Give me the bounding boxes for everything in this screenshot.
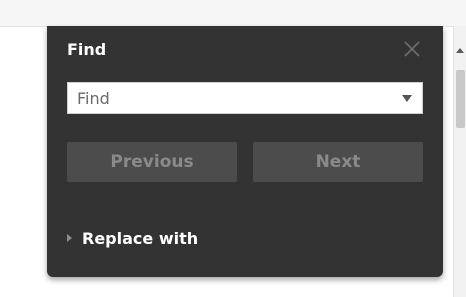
- replace-with-label: Replace with: [82, 228, 199, 248]
- find-combobox[interactable]: [67, 82, 423, 114]
- scroll-up-arrow-icon[interactable]: [456, 48, 464, 53]
- document-area: Find Previous Next Replace with: [0, 0, 466, 297]
- close-button[interactable]: [401, 38, 423, 60]
- next-button[interactable]: Next: [253, 142, 423, 182]
- find-input[interactable]: [68, 83, 388, 113]
- toolbar-strip: [0, 0, 466, 27]
- find-panel: Find Previous Next Replace with: [47, 26, 443, 277]
- panel-title: Find: [67, 40, 107, 59]
- chevron-right-icon: [67, 234, 72, 242]
- close-icon: [404, 41, 420, 57]
- scrollbar-thumb[interactable]: [456, 70, 465, 128]
- replace-with-toggle[interactable]: Replace with: [67, 226, 198, 250]
- vertical-scrollbar[interactable]: [453, 26, 466, 297]
- chevron-down-icon[interactable]: [402, 95, 412, 102]
- previous-button[interactable]: Previous: [67, 142, 237, 182]
